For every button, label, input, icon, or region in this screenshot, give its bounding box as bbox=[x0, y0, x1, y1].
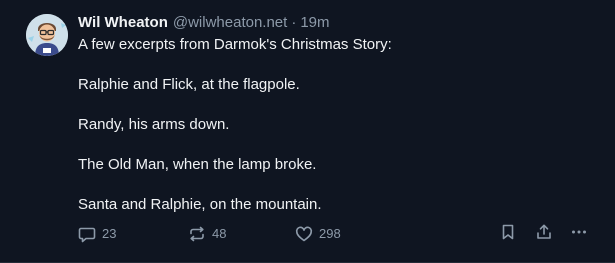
post-content: Wil Wheaton @wilwheaton.net · 19m A few … bbox=[78, 13, 591, 215]
post-actions: 23 48 298 bbox=[78, 223, 591, 245]
post-paragraph: Santa and Ralphie, on the mountain. bbox=[78, 196, 322, 213]
more-options-icon bbox=[572, 230, 586, 234]
repost-button[interactable]: 48 bbox=[188, 223, 226, 245]
header-separator: · bbox=[291, 14, 297, 31]
post-card[interactable]: Wil Wheaton @wilwheaton.net · 19m A few … bbox=[0, 0, 615, 263]
post-header: Wil Wheaton @wilwheaton.net · 19m bbox=[78, 13, 591, 33]
author-display-name[interactable]: Wil Wheaton bbox=[78, 13, 168, 33]
like-button[interactable]: 298 bbox=[295, 223, 341, 245]
avatar[interactable] bbox=[26, 14, 68, 56]
bookmark-button[interactable] bbox=[499, 223, 517, 241]
author-handle[interactable]: @wilwheaton.net bbox=[173, 13, 287, 33]
share-button[interactable] bbox=[535, 223, 553, 241]
repost-count: 48 bbox=[212, 226, 227, 241]
heart-icon bbox=[295, 226, 313, 242]
more-options-button[interactable] bbox=[570, 223, 588, 241]
bookmark-icon bbox=[502, 224, 514, 240]
repost-icon bbox=[190, 226, 204, 242]
reply-icon bbox=[78, 227, 96, 243]
reply-button[interactable]: 23 bbox=[78, 223, 116, 245]
post-timestamp[interactable]: 19m bbox=[300, 13, 329, 33]
share-icon bbox=[537, 224, 551, 239]
post-paragraph: Ralphie and Flick, at the flagpole. bbox=[78, 76, 300, 93]
post-paragraph: Randy, his arms down. bbox=[78, 116, 230, 133]
post-paragraph: A few excerpts from Darmok's Christmas S… bbox=[78, 36, 392, 53]
avatar-illustration bbox=[26, 14, 68, 56]
post-paragraph: The Old Man, when the lamp broke. bbox=[78, 156, 317, 173]
like-count: 298 bbox=[319, 226, 341, 241]
post-body: A few excerpts from Darmok's Christmas S… bbox=[78, 35, 591, 215]
reply-count: 23 bbox=[102, 226, 117, 241]
